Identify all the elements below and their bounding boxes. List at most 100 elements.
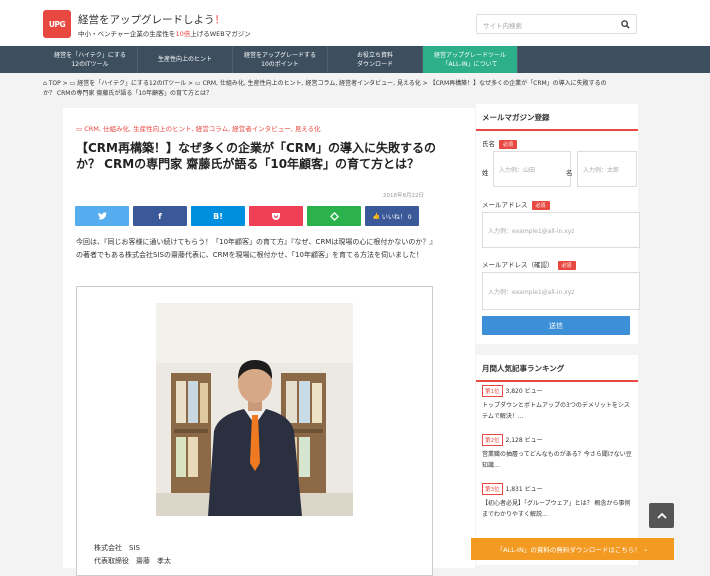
caption-company: 株式会社 SIS (94, 544, 140, 552)
last-name-placeholder: 入力例：山田 (499, 166, 536, 174)
article-date: 2018年8月22日 (383, 193, 424, 199)
article: ▭ CRM, 仕組み化, 生産性向上のヒント, 経営コラム, 経営者インタビュー… (63, 108, 475, 576)
feedly-share-button[interactable] (307, 206, 361, 226)
nav-line: 生産性向上のヒント (157, 56, 212, 63)
rank-views: 1,831 ビュー (505, 486, 543, 493)
rank-views: 2,128 ビュー (505, 437, 543, 444)
nav-line: 12のITツール (71, 60, 109, 68)
site-title-text: 経営をアップグレードしよう (78, 14, 215, 26)
like-count: いいね！ 0 (381, 213, 412, 221)
search-placeholder: サイト内検索 (483, 22, 522, 30)
name-label: 氏名 必須 (482, 138, 518, 149)
breadcrumb-tags[interactable]: CRM, 仕組み化, 生産性向上のヒント, 経営コラム, 経営者インタビュー, … (203, 80, 421, 87)
first-name-placeholder: 入力例：太郎 (583, 166, 620, 174)
nav-line: 経営アップグレードツール (433, 51, 506, 59)
email-field[interactable]: 入力例：example1@all-in.xyz (482, 212, 640, 248)
back-to-top-button[interactable] (649, 503, 674, 528)
pocket-share-button[interactable] (249, 206, 303, 226)
twitter-share-button[interactable] (75, 206, 129, 226)
tagline-emphasis: 10倍 (175, 30, 191, 38)
ranking-item[interactable]: 第2位 2,128 ビュー 営業職の抽層ってどんなものがある？今さら聞けない豆知識… (482, 434, 632, 471)
rank-views: 3,820 ビュー (505, 388, 543, 395)
email-confirm-label-text: メールアドレス（確認） (482, 261, 554, 269)
nav-item-it-tools[interactable]: 経営を「ハイテク」にする 12のITツール (43, 46, 138, 73)
site-header: UPG 経営をアップグレードしよう！ 中小・ベンチャー企業の生産性を10倍上げる… (0, 0, 710, 46)
site-logo[interactable]: UPG (43, 10, 71, 38)
rank-title: 【初心者必見】「グループウェア」とは？ 概念から事例までわかりやすく解説... (482, 500, 631, 518)
rank-badge: 第1位 (482, 385, 503, 397)
ranking-item[interactable]: 第3位 1,831 ビュー 【初心者必見】「グループウェア」とは？ 概念から事例ま… (482, 483, 632, 520)
search-input[interactable]: サイト内検索 (476, 14, 637, 34)
search-icon[interactable] (621, 20, 630, 29)
email-label-text: メールアドレス (482, 201, 528, 209)
last-name-field[interactable]: 入力例：山田 (493, 151, 571, 187)
share-buttons: f B! 👍 いいね！ 0 (75, 206, 419, 226)
site-title-mark: ！ (214, 14, 226, 26)
nav-item-productivity[interactable]: 生産性向上のヒント (138, 46, 233, 73)
photo-caption: 株式会社 SIS 代表取締役 齋藤 孝太 (94, 542, 171, 568)
site-title[interactable]: 経営をアップグレードしよう！ (78, 12, 225, 27)
first-name-label: 名 (566, 169, 573, 177)
newsletter-widget: メールマガジン登録 氏名 必須 姓 入力例：山田 名 入力例：太郎 メールアドレス… (476, 104, 640, 344)
submit-button[interactable]: 送信 (482, 316, 630, 335)
breadcrumb-current-cont: か？ CRMの専門家 齋藤氏が語る「10年顧客」の育て方とは？ (43, 90, 212, 97)
rank-badge: 第3位 (482, 483, 503, 495)
breadcrumb-category[interactable]: 経営を「ハイテク」にする12のITツール (77, 80, 186, 87)
facebook-like-button[interactable]: 👍 いいね！ 0 (365, 206, 419, 226)
folder-icon: ▭ (194, 80, 201, 87)
last-name-label: 姓 (482, 169, 489, 177)
facebook-icon: f (158, 211, 162, 221)
logo-text: UPG (48, 19, 66, 29)
email-placeholder: 入力例：example1@all-in.xyz (488, 227, 575, 235)
banner-text: 「ALL-IN」の資料の無料ダウンロードはこちら！ (496, 546, 641, 554)
nav-line: お役立ち資料 (356, 51, 393, 59)
site-tagline: 中小・ベンチャー企業の生産性を10倍上げるWEBマガジン (78, 28, 251, 38)
hatena-share-button[interactable]: B! (191, 206, 245, 226)
required-badge: 必須 (499, 140, 518, 149)
ranking-heading: 月間人気記事ランキング (476, 355, 638, 382)
rank-badge: 第2位 (482, 434, 503, 446)
folder-icon: ▭ (69, 80, 76, 87)
tagline-post: 上げるWEBマガジン (190, 30, 251, 38)
tagline-pre: 中小・ベンチャー企業の生産性を (78, 30, 176, 38)
rank-title: トップダウンとボトムアップの3つのデメリットをシステムで解決！... (482, 402, 630, 420)
global-nav: 経営を「ハイテク」にする 12のITツール 生産性向上のヒント 経営をアップグレー… (0, 46, 710, 73)
folder-icon: ▭ (76, 125, 85, 133)
rank-title: 営業職の抽層ってどんなものがある？今さら聞けない豆知識... (482, 451, 632, 469)
article-categories[interactable]: ▭ CRM, 仕組み化, 生産性向上のヒント, 経営コラム, 経営者インタビュー… (76, 123, 321, 133)
required-badge: 必須 (557, 261, 576, 270)
email-label: メールアドレス 必須 (482, 199, 550, 210)
hatena-icon: B! (213, 211, 223, 221)
article-lead: 今回は、『同じお客様に通い続けてもらう！「10年顧客」の育て方』『なぜ、CRMは… (76, 238, 433, 259)
email-confirm-label: メールアドレス（確認） 必須 (482, 259, 576, 270)
facebook-share-button[interactable]: f (133, 206, 187, 226)
nav-item-download[interactable]: お役立ち資料 ダウンロード (328, 46, 423, 73)
ranking-widget: 月間人気記事ランキング 第1位 3,820 ビュー トップダウンとボトムアップの3… (476, 355, 638, 565)
caption-person: 代表取締役 齋藤 孝太 (94, 557, 171, 565)
nav-line: 経営を「ハイテク」にする (54, 51, 126, 59)
breadcrumb-home[interactable]: TOP (49, 80, 61, 87)
nav-item-ten-points[interactable]: 経営をアップグレードする 10のポイント (233, 46, 328, 73)
name-label-text: 氏名 (482, 140, 495, 148)
first-name-field[interactable]: 入力例：太郎 (577, 151, 637, 187)
ranking-item[interactable]: 第1位 3,820 ビュー トップダウンとボトムアップの3つのデメリットをシステム… (482, 385, 632, 422)
feedly-icon (329, 211, 339, 221)
twitter-icon (97, 212, 107, 220)
breadcrumb-current: 【CRM再構築！】なぜ多くの企業が「CRM」の導入に失敗するの (429, 80, 607, 87)
article-figure: 株式会社 SIS 代表取締役 齋藤 孝太 (76, 286, 433, 576)
thumbs-up-icon: 👍 (372, 212, 382, 220)
nav-line: ダウンロード (356, 60, 393, 68)
required-badge: 必須 (531, 201, 550, 210)
chevron-up-icon (656, 512, 667, 519)
download-banner[interactable]: 「ALL-IN」の資料の無料ダウンロードはこちら！ ⌄ (471, 538, 674, 560)
newsletter-heading: メールマガジン登録 (476, 104, 638, 131)
nav-item-all-in[interactable]: 経営アップグレードツール 「ALL-IN」について (423, 46, 518, 73)
nav-line: 「ALL-IN」について (442, 60, 498, 68)
article-title: 【CRM再構築！】なぜ多くの企業が「CRM」の導入に失敗するのか？ CRMの専門… (76, 141, 436, 171)
nav-line: 10のポイント (261, 60, 299, 68)
breadcrumb: ⌂ TOP > ▭ 経営を「ハイテク」にする12のITツール > ▭ CRM, … (43, 80, 607, 97)
email-confirm-placeholder: 入力例：example1@all-in.xyz (488, 288, 575, 296)
email-confirm-field[interactable]: 入力例：example1@all-in.xyz (482, 272, 640, 310)
home-icon: ⌂ (43, 80, 47, 87)
portrait-illustration (156, 303, 353, 516)
